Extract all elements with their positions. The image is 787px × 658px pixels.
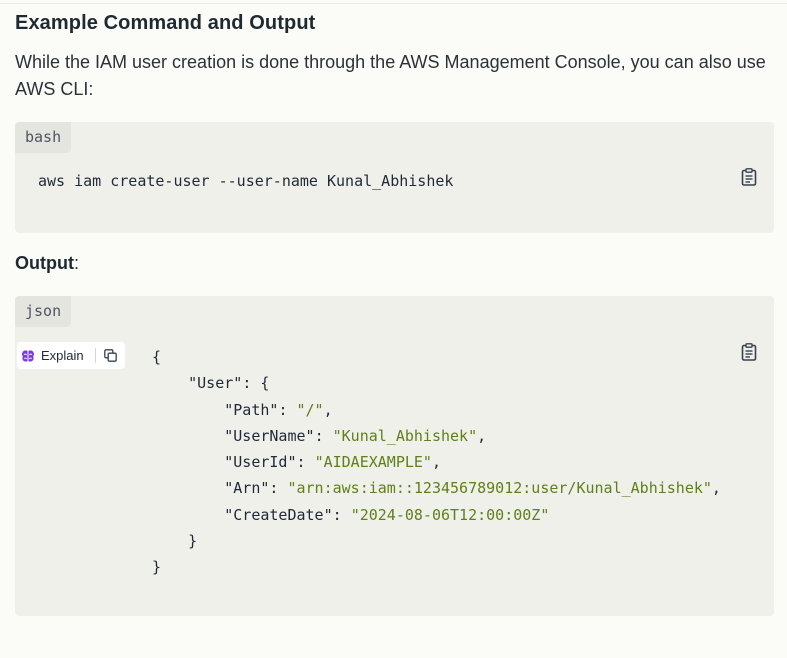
- json-value: "arn:aws:iam::123456789012:user/Kunal_Ab…: [287, 479, 712, 498]
- json-key: "Path": [224, 400, 279, 419]
- code-brace: }: [188, 532, 198, 551]
- code-line: "Path": "/",: [152, 400, 333, 419]
- clipboard-icon[interactable]: [741, 168, 757, 186]
- code-line: {: [152, 348, 161, 366]
- code-punct: ,: [711, 479, 721, 498]
- json-output[interactable]: { "User": { "Path": "/", "UserName": "Ku…: [152, 344, 721, 581]
- code-separator: :: [296, 453, 315, 472]
- top-divider: [0, 3, 787, 4]
- json-value: "Kunal_Abhishek": [332, 426, 478, 445]
- code-line: "Arn": "arn:aws:iam::123456789012:user/K…: [152, 479, 721, 497]
- code-language-label: bash: [15, 122, 72, 153]
- json-value: "AIDAEXAMPLE": [314, 453, 432, 472]
- explain-label: Explain: [41, 348, 84, 363]
- intro-paragraph: While the IAM user creation is done thro…: [15, 52, 766, 99]
- code-line: "User": {: [152, 374, 269, 392]
- code-separator: :: [332, 505, 351, 524]
- explain-divider: [94, 348, 96, 363]
- code-punct: ,: [477, 426, 487, 445]
- code-punct: ,: [431, 453, 441, 472]
- code-line: }: [152, 558, 161, 576]
- code-line: "UserName": "Kunal_Abhishek",: [152, 427, 486, 445]
- code-separator: :: [269, 479, 288, 498]
- section-heading: Example Command and Output: [15, 12, 316, 34]
- explain-button[interactable]: Explain: [17, 342, 125, 369]
- json-value: "2024-08-06T12:00:00Z": [350, 505, 550, 524]
- bash-code-block: bash aws iam create-user --user-name Kun…: [15, 122, 774, 233]
- json-key: "Arn": [224, 479, 270, 498]
- json-code-block: json { "User": { "Path": "/", "UserName"…: [15, 296, 774, 616]
- brain-icon: [21, 349, 35, 363]
- code-line: }: [152, 532, 197, 550]
- code-brace: {: [152, 348, 162, 366]
- bash-command[interactable]: aws iam create-user --user-name Kunal_Ab…: [38, 171, 453, 191]
- code-brace: }: [152, 558, 162, 577]
- code-punct: : {: [242, 374, 270, 393]
- code-language-label: json: [15, 296, 72, 327]
- code-separator: :: [278, 400, 297, 419]
- clipboard-icon[interactable]: [741, 343, 757, 361]
- code-punct: ,: [323, 400, 333, 419]
- json-key: "UserName": [224, 426, 315, 445]
- json-key: "User": [188, 374, 243, 393]
- json-key: "CreateDate": [224, 505, 333, 524]
- json-key: "UserId": [224, 453, 297, 472]
- output-label: Output:: [15, 253, 79, 273]
- code-line: "UserId": "AIDAEXAMPLE",: [152, 453, 441, 471]
- code-line: "CreateDate": "2024-08-06T12:00:00Z": [152, 506, 549, 524]
- duplicate-icon[interactable]: [103, 349, 117, 362]
- code-separator: :: [314, 426, 333, 445]
- json-value: "/": [296, 400, 324, 419]
